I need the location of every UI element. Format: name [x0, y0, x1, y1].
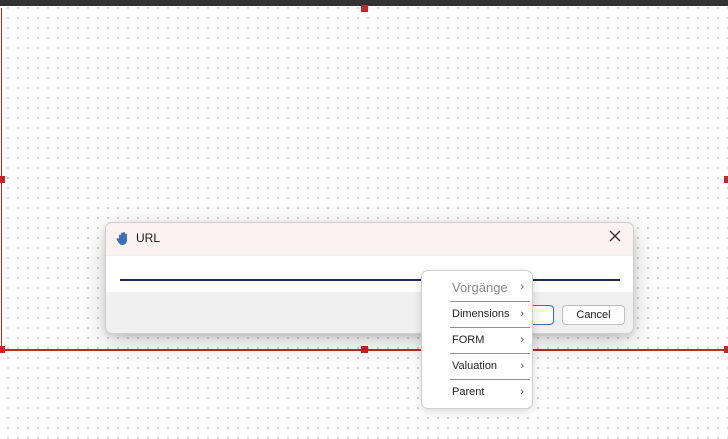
menu-item-label: Dimensions — [452, 308, 510, 320]
hand-icon — [115, 230, 131, 246]
menu-item-vorgaenge[interactable]: Vorgänge › — [422, 275, 532, 300]
resize-handle-left[interactable] — [0, 176, 5, 183]
chevron-right-icon: › — [520, 386, 524, 398]
close-icon — [609, 229, 621, 247]
dialog-title: URL — [136, 231, 161, 245]
menu-item-label: Vorgänge — [452, 280, 508, 295]
cancel-button[interactable]: Cancel — [562, 305, 625, 325]
menu-item-valuation[interactable]: Valuation › — [422, 354, 532, 379]
menu-item-label: Parent — [452, 386, 485, 398]
menu-item-form[interactable]: FORM › — [422, 328, 532, 353]
menu-item-label: Valuation — [452, 360, 498, 372]
context-menu: Vorgänge › Dimensions › FORM › Valuation… — [421, 270, 533, 409]
menu-item-label: FORM — [452, 334, 485, 346]
url-dialog: URL OK Cancel — [105, 222, 634, 334]
resize-handle-bottom-left[interactable] — [0, 346, 5, 353]
url-input[interactable] — [120, 279, 620, 281]
close-button[interactable] — [603, 227, 627, 249]
menu-item-dimensions[interactable]: Dimensions › — [422, 302, 532, 327]
resize-handle-top[interactable] — [361, 5, 368, 12]
chevron-right-icon: › — [520, 281, 524, 293]
chevron-right-icon: › — [520, 308, 524, 320]
resize-handle-bottom[interactable] — [361, 346, 368, 353]
menu-item-parent[interactable]: Parent › — [422, 380, 532, 405]
resize-handle-right[interactable] — [724, 176, 728, 183]
chevron-right-icon: › — [520, 334, 524, 346]
chevron-right-icon: › — [520, 360, 524, 372]
dialog-titlebar[interactable]: URL — [106, 223, 633, 255]
dialog-content — [106, 256, 633, 292]
resize-handle-bottom-right[interactable] — [724, 346, 728, 353]
